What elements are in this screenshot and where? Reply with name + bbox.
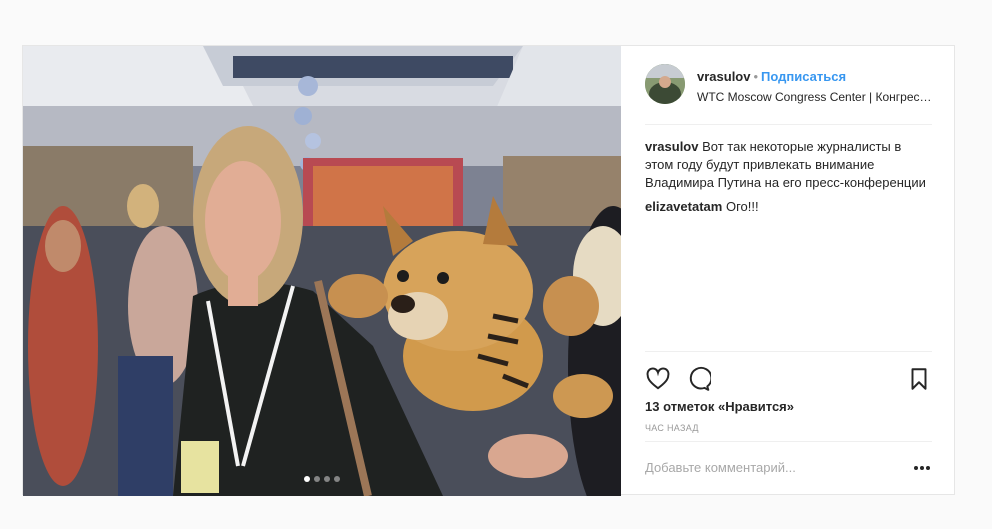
username-link[interactable]: vrasulov [697,69,750,84]
header-text: vrasulov • Подписаться WTC Moscow Congress… [697,69,933,105]
post-header: vrasulov • Подписаться WTC Moscow Congress… [645,64,933,125]
carousel-dot[interactable] [304,476,310,482]
carousel-dot[interactable] [314,476,320,482]
post-card: vrasulov • Подписаться WTC Moscow Congress… [22,45,956,496]
caption-username-link[interactable]: vrasulov [645,139,698,154]
avatar[interactable] [645,64,685,104]
caption: vrasulov Вот так некоторые журналисты в … [645,138,932,192]
carousel-dot[interactable] [324,476,330,482]
carousel-indicator [23,476,621,482]
comment-text: Ого!!! [725,199,759,214]
bookmark-icon[interactable] [906,366,932,392]
more-options-icon[interactable] [912,458,932,478]
carousel-dot[interactable] [334,476,340,482]
location-link[interactable]: WTC Moscow Congress Center | Конгресс… [697,89,933,105]
follow-button[interactable]: Подписаться [761,69,846,84]
post-timestamp[interactable]: час назад [645,423,699,433]
comment-bubble-icon[interactable] [685,366,711,392]
post-photo[interactable] [23,46,621,496]
comment-username-link[interactable]: elizavetatam [645,199,722,214]
likes-count[interactable]: 13 отметок «Нравится» [645,399,794,414]
add-comment-section [645,441,932,496]
comments-list: vrasulov Вот так некоторые журналисты в … [645,138,932,222]
comment-item: elizavetatam Ого!!! [645,198,932,216]
heart-icon[interactable] [645,366,671,392]
action-bar [645,351,932,404]
comment-input[interactable] [645,460,885,475]
post-sidebar: vrasulov • Подписаться WTC Moscow Congress… [621,46,956,496]
separator: • [753,69,759,84]
